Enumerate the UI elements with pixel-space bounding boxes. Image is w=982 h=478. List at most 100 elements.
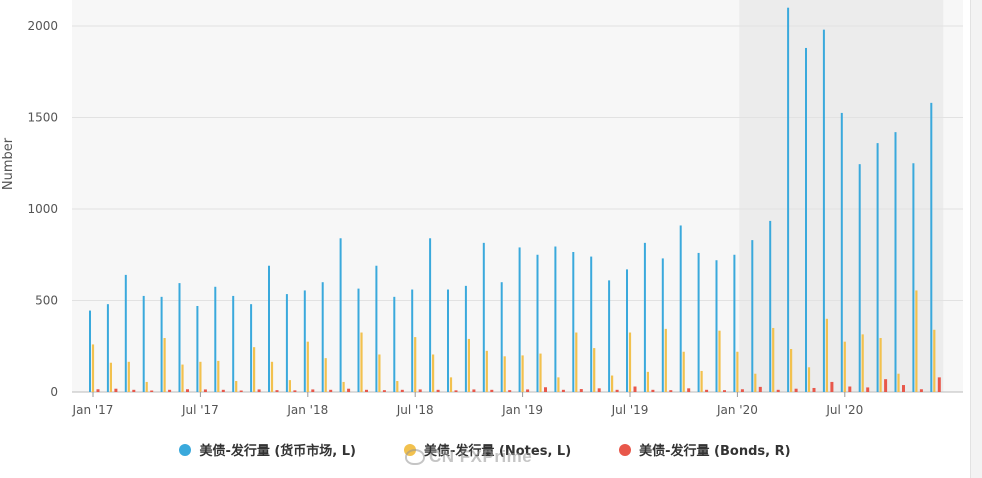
bar-money-market [429,238,432,392]
legend-item-notes[interactable]: 美债-发行量 (Notes, L) [404,440,571,459]
bar-bonds [186,389,189,392]
bar-notes [539,353,542,392]
legend-label-money-market: 美债-发行量 (货币市场, L) [199,444,356,459]
bar-notes [718,330,721,392]
bar-notes [449,377,453,392]
bar-money-market [89,310,91,392]
x-tick-label: Jan '18 [286,403,328,417]
bar-notes [235,381,238,392]
bar-bonds [329,389,333,392]
bar-money-market [160,296,163,392]
bar-money-market [214,286,217,392]
bar-notes [163,338,166,392]
bar-bonds [490,389,494,392]
bar-money-market [232,295,235,392]
bar-bonds [347,388,351,392]
legend-label-bonds: 美债-发行量 (Bonds, R) [639,444,791,459]
bar-bonds [705,389,709,392]
bar-bonds [866,387,870,392]
bar-notes [897,373,900,392]
bar-money-market [142,295,145,392]
bar-bonds [257,389,261,392]
bar-bonds [544,387,547,392]
bar-money-market [590,256,593,392]
bar-notes [700,370,703,392]
bar-money-market [661,258,664,392]
bar-notes [807,367,811,392]
x-tick-label: Jul '19 [611,403,649,417]
bar-notes [736,351,739,392]
x-tick-label: Jan '17 [72,403,114,417]
bar-notes [306,341,309,392]
legend-label-notes: 美债-发行量 (Notes, L) [424,444,572,459]
bar-bonds [902,385,905,392]
legend-item-money-market[interactable]: 美债-发行量 (货币市场, L) [179,440,356,459]
y-tick-label: 1000 [27,202,58,216]
bar-notes [145,381,148,392]
bar-bonds [382,390,386,392]
bar-money-market [285,294,288,392]
bar-money-market [643,242,646,392]
bar-money-market [805,47,807,393]
bar-bonds [203,389,207,392]
bar-notes [915,290,918,392]
bar-money-market [787,7,790,392]
bar-notes [611,375,614,392]
bar-notes [288,380,291,392]
bar-money-market [106,304,109,392]
bar-bonds [579,389,583,392]
bar-money-market [482,242,485,392]
bar-bonds [472,389,476,392]
bar-money-market [822,29,825,392]
bar-money-market [769,220,772,392]
bar-money-market [894,132,897,392]
bar-bonds [740,389,744,392]
bar-bonds [723,390,726,392]
legend-item-bonds[interactable]: 美债-发行量 (Bonds, R) [619,440,791,459]
bar-notes [772,327,775,392]
bar-money-market [339,238,342,392]
bar-notes [199,361,202,392]
bar-bonds [311,389,315,392]
bar-bonds [418,389,422,392]
bar-notes [396,381,399,392]
bar-money-market [536,254,539,392]
bar-bonds [651,389,655,392]
bar-money-market [178,283,181,392]
bar-notes [270,361,274,392]
bar-notes [664,328,667,392]
bar-bonds [794,388,798,392]
bar-money-market [124,274,127,392]
bar-bonds [239,390,243,392]
bar-money-market [608,280,611,392]
bar-bonds [615,389,619,392]
bar-notes [414,337,417,392]
vertical-scrollbar[interactable] [970,0,982,478]
bar-money-market [196,305,199,392]
bar-notes [754,373,757,392]
bar-notes [127,361,130,392]
bar-notes [593,348,596,392]
bar-notes [628,332,632,392]
bar-money-market [554,246,557,392]
bar-bonds [812,387,816,392]
bar-bonds [150,390,154,392]
x-tick-label: Jul '20 [825,403,863,417]
bar-money-market [626,269,628,392]
bar-notes [557,377,560,392]
bar-notes [324,358,327,392]
bar-notes [91,344,95,392]
bar-bonds [758,386,762,392]
y-tick-label: 500 [35,294,58,308]
bar-notes [217,360,220,392]
x-tick-label: Jan '19 [501,403,543,417]
bar-notes [646,371,649,392]
bar-bonds [365,389,368,392]
legend-dot-bonds [619,443,632,456]
bar-money-market [500,282,503,392]
bar-notes [879,338,882,392]
bar-bonds [776,389,780,392]
bar-notes [790,348,793,392]
bar-money-market [930,102,933,393]
bar-notes [503,356,506,392]
